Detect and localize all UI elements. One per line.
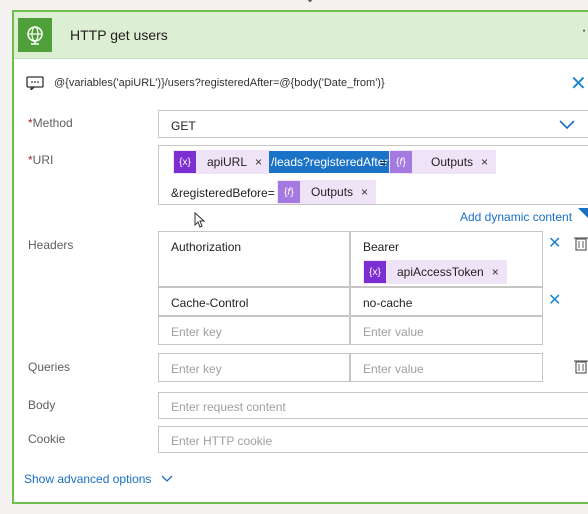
queries-label: Queries [28,360,71,374]
token-remove-icon[interactable]: × [255,155,270,169]
mouse-cursor-icon [194,212,206,228]
method-select[interactable]: GET [158,110,588,138]
body-input[interactable]: Enter request content [158,392,588,419]
http-action-card: HTTP get users ·· @{variables('apiURL')}… [12,10,588,504]
action-summary-row: @{variables('apiURL')}/users?registeredA… [26,72,588,98]
header-value-cell[interactable]: no-cache [350,287,543,316]
uri-equals: = [380,156,388,170]
query-key-input[interactable]: Enter key [158,353,350,382]
uri-selected-text[interactable]: /leads?registeredAfter [269,151,391,173]
chevron-down-icon [559,120,575,130]
token-remove-icon[interactable]: × [481,155,496,169]
cookie-input[interactable]: Enter HTTP cookie [158,426,588,453]
remove-header-icon[interactable]: ✕ [548,291,561,311]
variable-icon: {x} [364,261,386,283]
header-value-cell[interactable]: Bearer {x} apiAccessToken × [350,231,543,287]
corner-marker-icon [578,208,588,218]
headers-label: Headers [28,238,74,252]
cookie-label: Cookie [28,432,66,446]
uri-input[interactable]: {x} apiURL × /leads?registeredAfter = {𝑓… [158,145,588,205]
comment-icon[interactable] [26,76,44,90]
header-key-input[interactable]: Enter key [158,316,350,345]
method-value: GET [171,119,196,133]
more-options-icon[interactable]: ·· [581,22,588,40]
trash-icon[interactable] [574,358,588,374]
token-apiaccesstoken[interactable]: {x} apiAccessToken × [363,260,507,284]
close-icon[interactable]: ✕ [570,74,587,94]
expression-icon: {𝑓} [278,181,300,203]
action-summary: @{variables('apiURL')}/users?registeredA… [54,77,385,89]
trash-icon[interactable] [574,235,588,251]
token-apiurl[interactable]: {x} apiURL × [173,150,271,174]
action-title[interactable]: HTTP get users [70,27,168,43]
header-key-cell[interactable]: Authorization [158,231,350,287]
variable-icon: {x} [174,151,196,173]
header-key-cell[interactable]: Cache-Control [158,287,350,316]
chevron-down-icon [161,475,173,482]
uri-line2-text: &registeredBefore= [171,186,275,200]
remove-header-icon[interactable]: ✕ [548,234,561,254]
token-remove-icon[interactable]: × [361,185,376,199]
show-advanced-options-link[interactable]: Show advanced options [24,472,173,486]
method-label: *Method [28,116,73,130]
uri-label: *URI [28,153,54,167]
token-outputs-1[interactable]: {𝑓} Outputs × [389,150,497,174]
action-header[interactable]: HTTP get users ·· [14,12,588,59]
body-label: Body [28,398,56,412]
add-dynamic-content-link[interactable]: Add dynamic content [460,210,572,224]
expression-icon: {𝑓} [390,151,412,173]
connector-arrow-icon [307,0,313,3]
token-outputs-2[interactable]: {𝑓} Outputs × [277,180,377,204]
header-value-input[interactable]: Enter value [350,316,543,345]
query-value-input[interactable]: Enter value [350,353,543,382]
token-remove-icon[interactable]: × [492,265,507,279]
globe-icon [18,18,52,52]
